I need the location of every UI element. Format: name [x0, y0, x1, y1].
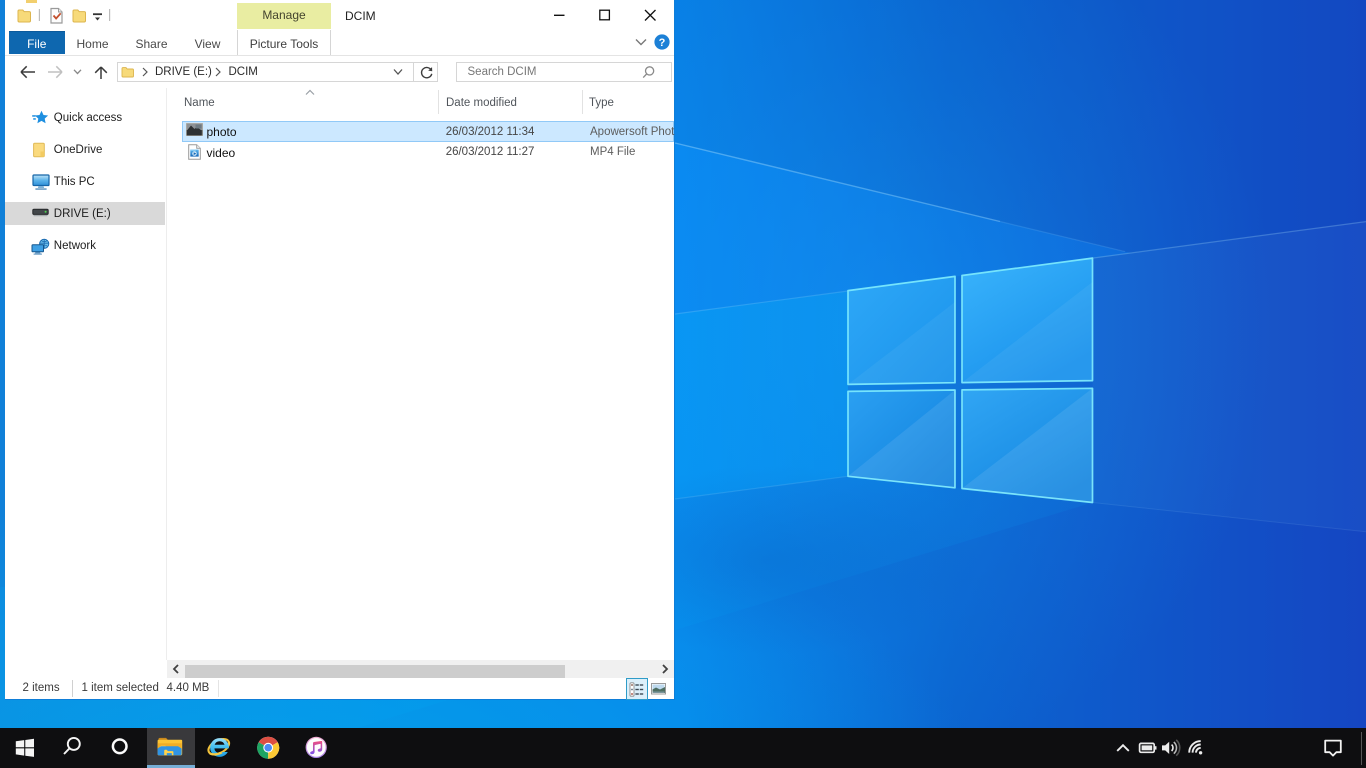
svg-text:?: ? [659, 37, 666, 49]
